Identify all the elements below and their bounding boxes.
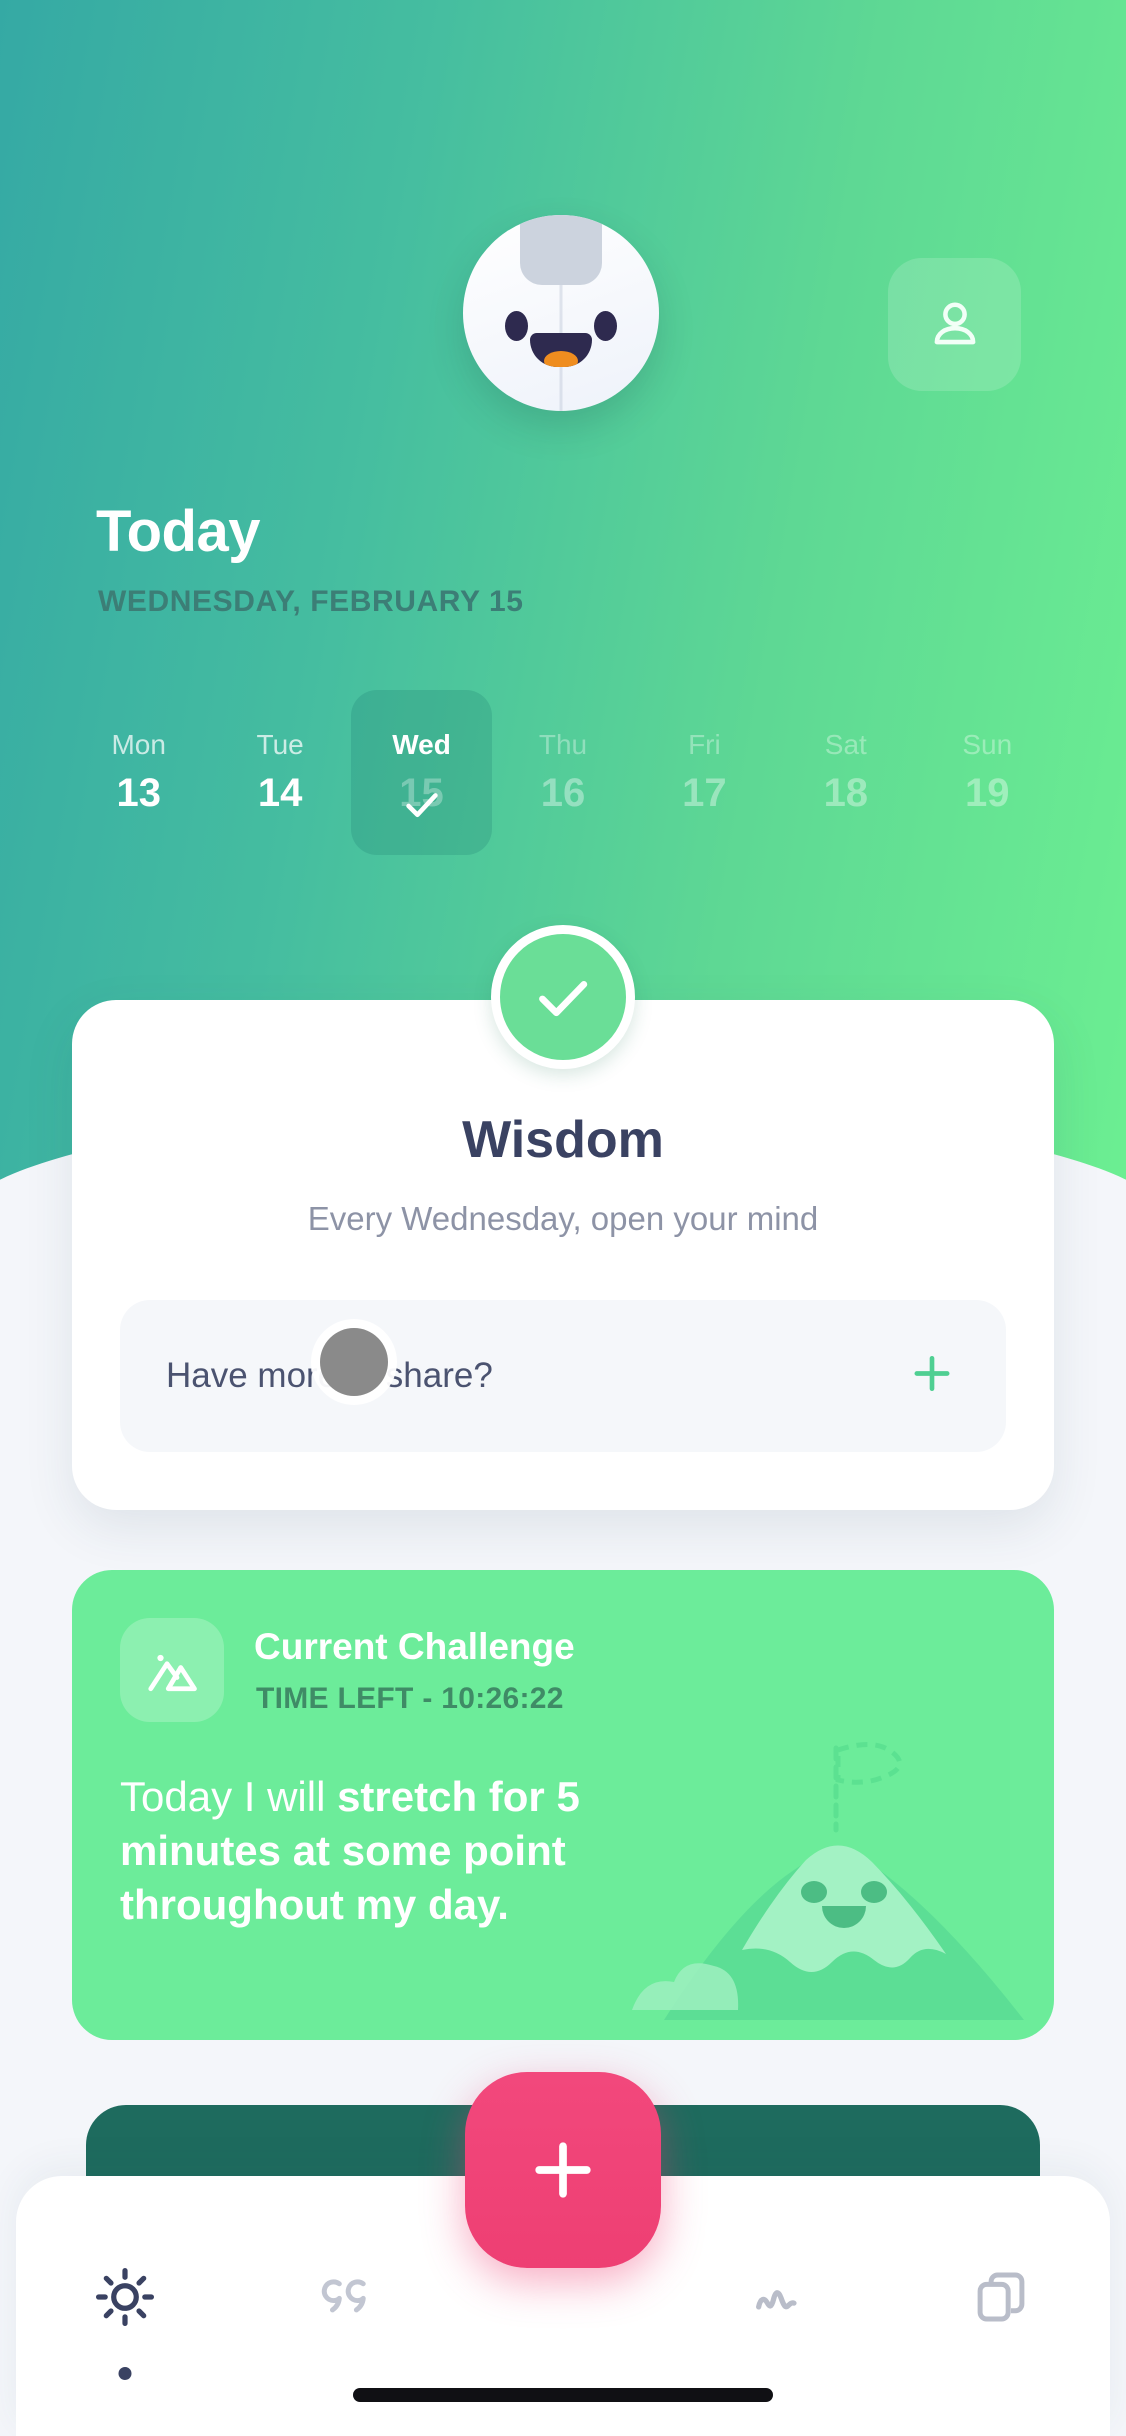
active-indicator-dot [118,2367,132,2380]
quote-icon [322,2279,366,2313]
day-label: Wed [392,729,451,760]
day-cell-thu[interactable]: Thu 16 [492,690,633,855]
nav-item-quotes[interactable] [235,2242,454,2352]
wisdom-subtitle: Every Wednesday, open your mind [307,1200,819,1237]
week-strip: Mon 13 Tue 14 Wed 15 Thu 16 Fri 17 Sat 1… [68,690,1058,855]
check-icon [539,981,588,1017]
mouse-cursor [320,1328,388,1396]
challenge-body-prefix: Today I will [120,1773,338,1820]
wisdom-card: Wisdom Every Wednesday, open your mind H… [72,1000,1054,1510]
mountain-image-icon [148,1654,197,1692]
date-subtitle: WEDNESDAY, FEBRUARY 15 [98,585,524,618]
day-cell-sat[interactable]: Sat 18 [775,690,916,855]
day-cell-tue[interactable]: Tue 14 [209,690,350,855]
nav-item-mood[interactable] [672,2242,891,2352]
share-input[interactable]: Have more to share? [120,1300,1006,1452]
nav-item-today[interactable] [16,2242,235,2380]
day-label: Tue [256,729,304,760]
day-label: Sat [824,729,867,760]
day-number: 17 [682,771,727,815]
day-cell-wed-selected[interactable]: Wed 15 [350,690,493,855]
sun-icon [96,2267,155,2327]
day-label: Sun [962,729,1013,760]
day-number: 14 [257,771,303,815]
app-screen: Today WEDNESDAY, FEBRUARY 15 Mon 13 Tue … [0,0,1126,2436]
day-label: Fri [688,729,721,760]
challenge-body: Today I will stretch for 5 minutes at so… [120,1770,720,1931]
day-cell-mon[interactable]: Mon 13 [68,690,209,855]
wisdom-completed-badge[interactable] [491,925,635,1069]
plus-icon [535,2142,591,2198]
penguin-mascot[interactable] [463,215,659,411]
page-title: Today [96,499,261,564]
wisdom-title: Wisdom [462,1111,664,1169]
day-completed-check-icon [405,793,438,818]
add-entry-button[interactable] [904,1346,960,1407]
person-icon [934,301,975,344]
challenge-icon-wrap [120,1618,224,1722]
challenge-title: Current Challenge [254,1626,575,1667]
day-number: 18 [823,771,869,815]
profile-button[interactable] [888,258,1021,391]
mascot-eye-left [505,311,528,341]
challenge-time-left: TIME LEFT - 10:26:22 [256,1682,564,1715]
cards-icon [977,2272,1024,2322]
mascot-eye-right [594,311,617,341]
mascot-face [463,215,659,411]
mascot-tongue [544,351,578,367]
add-button-fab[interactable] [465,2072,661,2268]
day-label: Thu [538,729,588,760]
mascot-mouth [530,333,592,367]
day-number: 13 [116,771,161,815]
day-cell-sun[interactable]: Sun 19 [917,690,1058,855]
current-challenge-card[interactable]: Current Challenge TIME LEFT - 10:26:22 T… [72,1570,1054,2040]
home-indicator [353,2388,773,2402]
plus-icon [914,1356,950,1391]
day-label: Mon [111,729,166,760]
nav-item-cards[interactable] [891,2242,1110,2352]
mascot-cap [520,215,602,285]
wave-icon [755,2290,797,2310]
day-number: 16 [540,771,586,815]
day-cell-fri[interactable]: Fri 17 [634,690,775,855]
day-number: 19 [964,771,1010,815]
